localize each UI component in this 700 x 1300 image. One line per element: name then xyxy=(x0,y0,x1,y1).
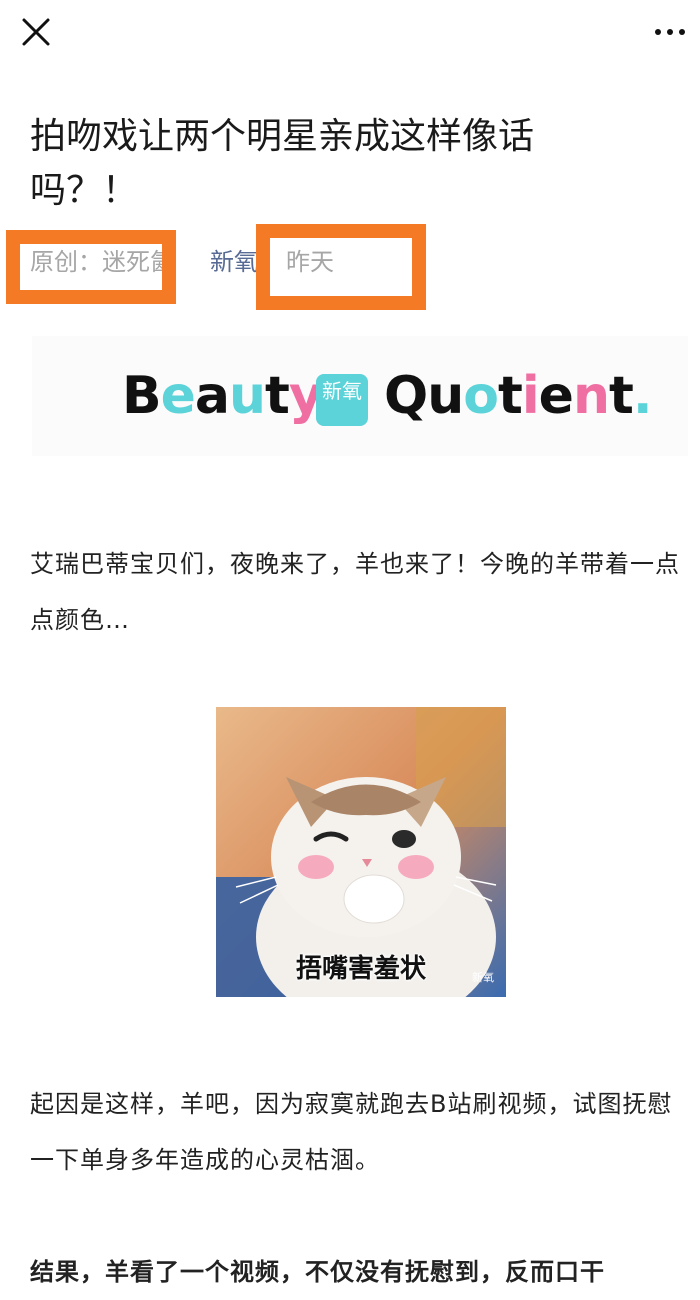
banner-left-word: Beauty xyxy=(122,366,323,426)
article-image[interactable]: 捂嘴害羞状 新氧 xyxy=(216,707,506,997)
image-watermark: 新氧 xyxy=(472,971,494,984)
highlight-box-author xyxy=(6,230,176,304)
account-name-link[interactable]: 新氧 xyxy=(210,244,258,280)
paragraph-2: 起因是这样，羊吧，因为寂寞就跑去B站刷视频，试图抚慰一下单身多年造成的心灵枯涸。 xyxy=(30,1090,673,1174)
article-title: 拍吻戏让两个明星亲成这样像话吗？！ xyxy=(30,116,535,211)
paragraph-3: 结果，羊看了一个视频，不仅没有抚慰到，反而口干 xyxy=(30,1258,605,1286)
top-bar xyxy=(0,0,700,66)
more-icon xyxy=(655,29,685,35)
close-button[interactable] xyxy=(18,14,54,50)
more-options-button[interactable] xyxy=(650,14,690,50)
image-caption: 捂嘴害羞状 xyxy=(295,954,426,984)
brand-logo-text: 新氧 xyxy=(322,379,362,403)
banner-right-word: Quotient. xyxy=(384,366,653,426)
paragraph-1: 艾瑞巴蒂宝贝们，夜晚来了，羊也来了！今晚的羊带着一点点颜色… xyxy=(30,550,680,634)
close-icon xyxy=(22,18,50,46)
brand-banner: Beauty 新氧 Quotient. xyxy=(32,336,688,456)
brand-logo: 新氧 xyxy=(316,374,368,426)
highlight-box-date xyxy=(256,224,426,310)
